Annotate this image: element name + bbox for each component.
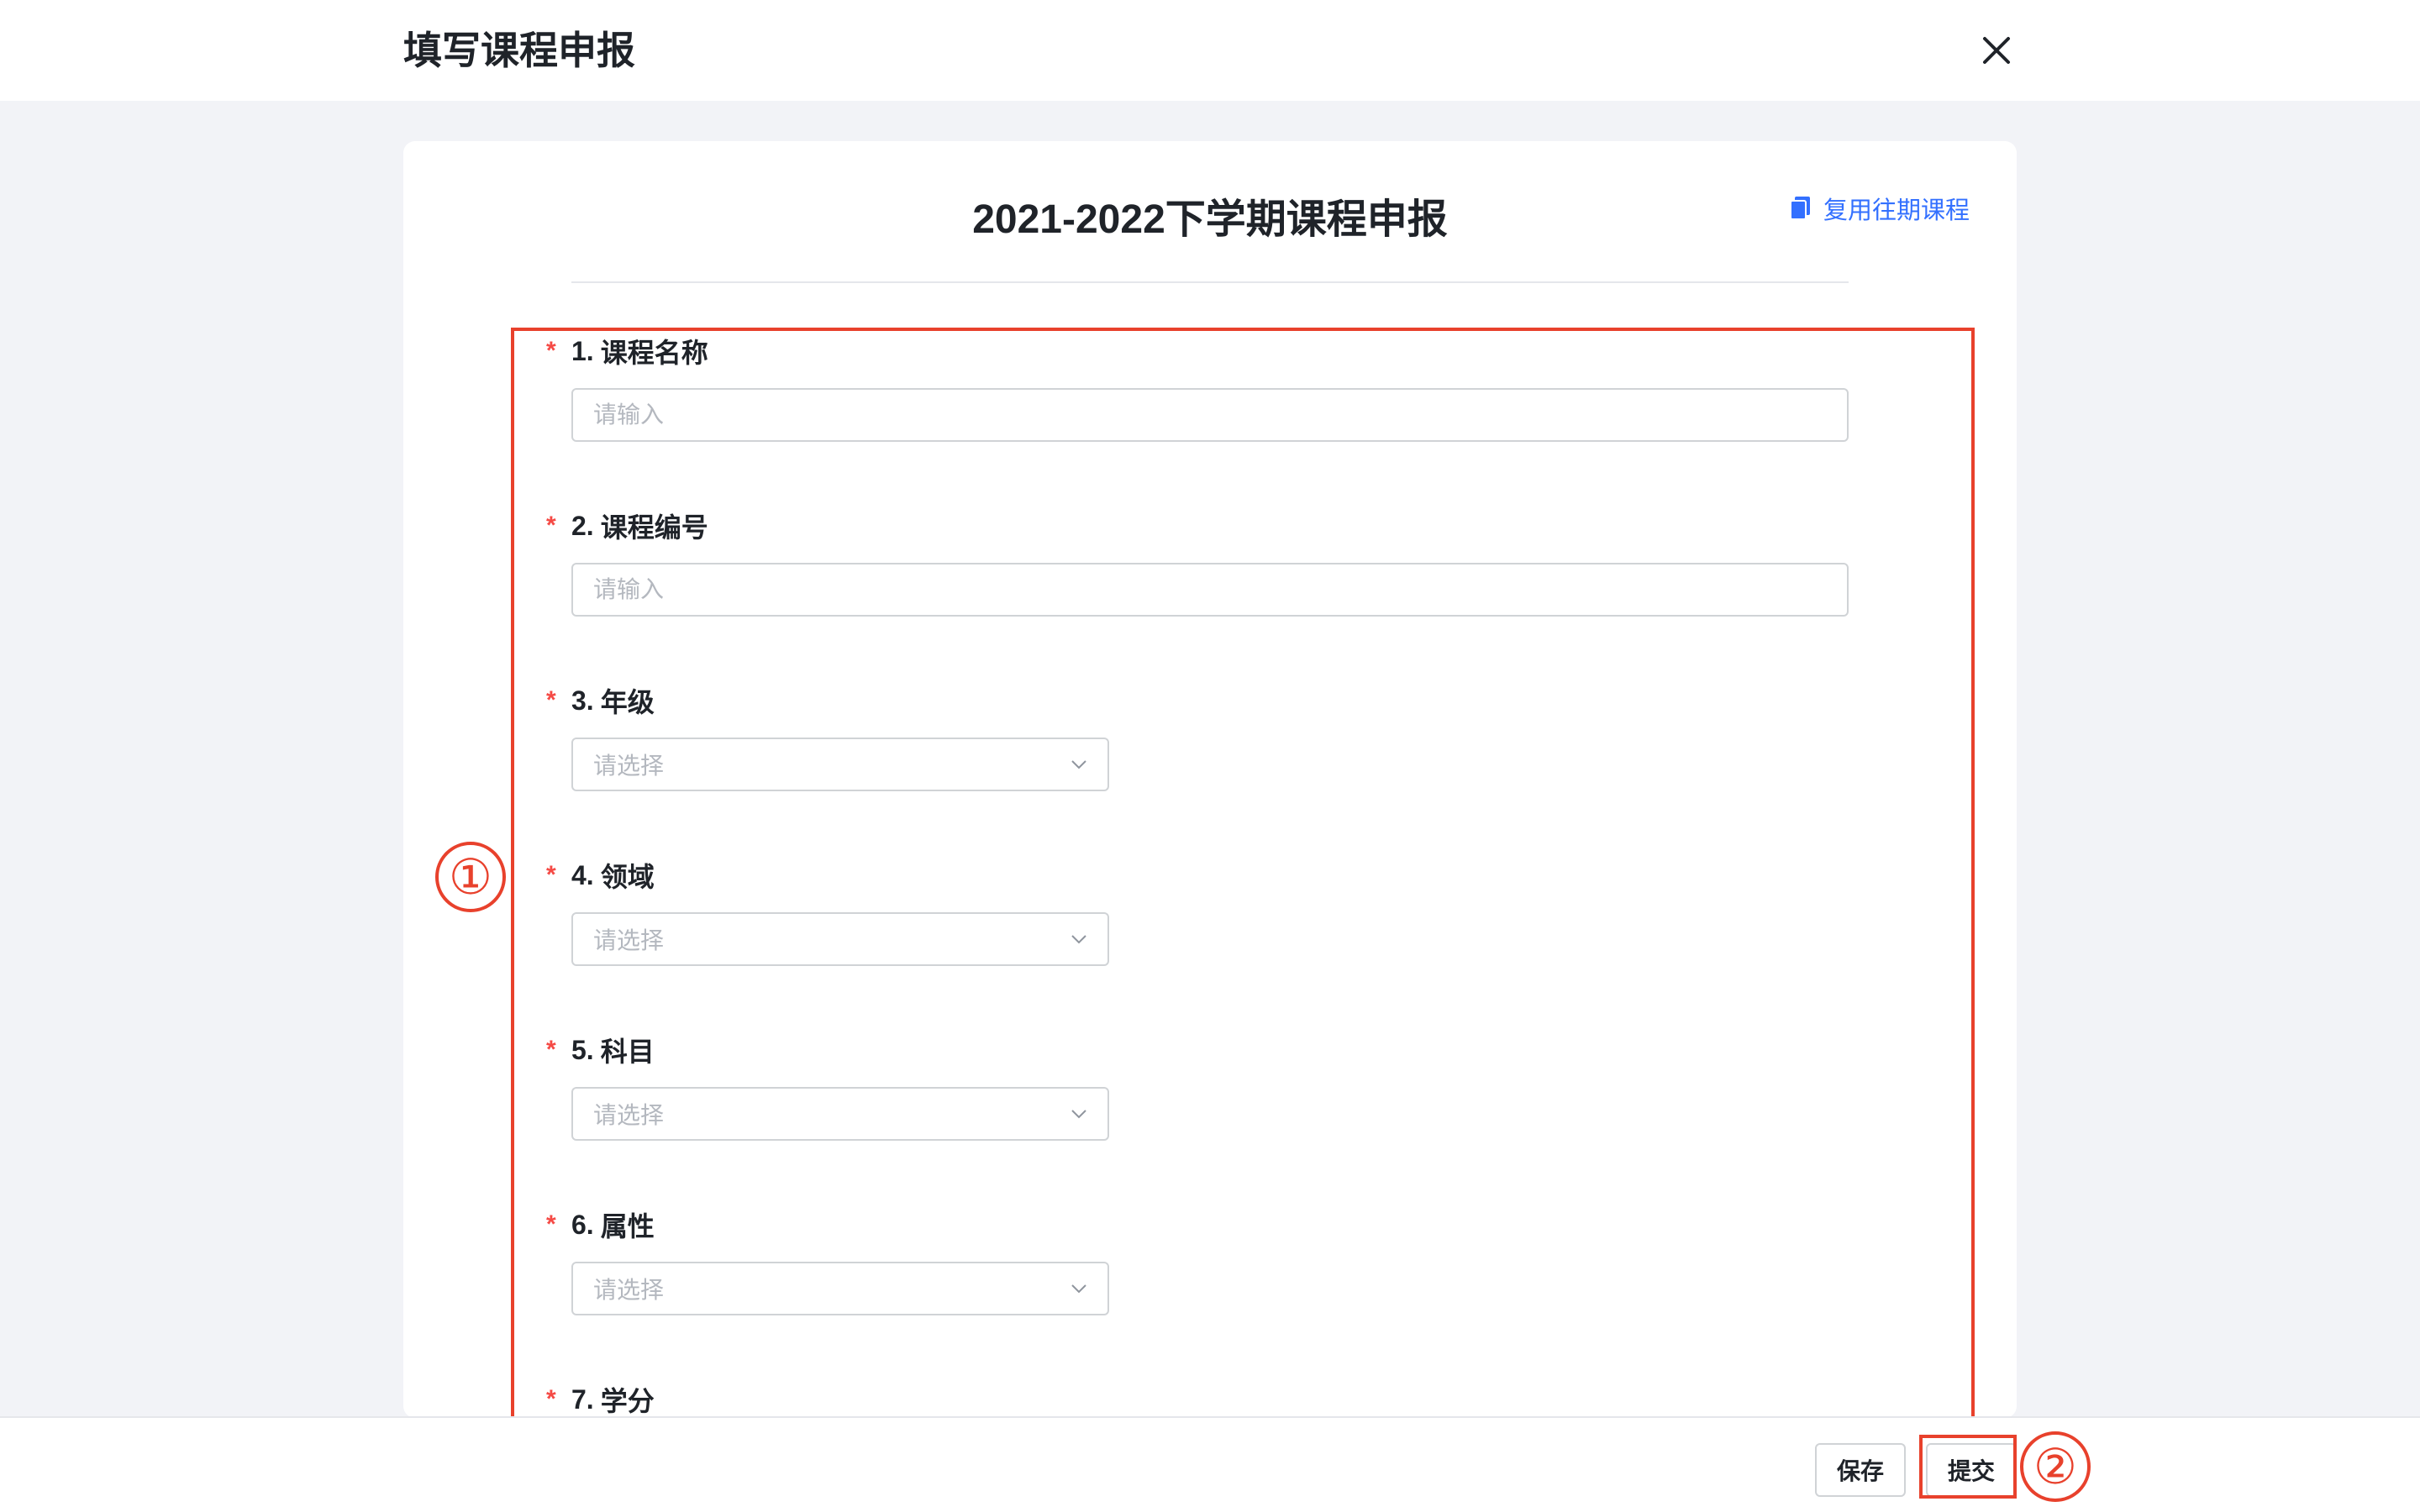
save-button[interactable]: 保存	[1815, 1443, 1906, 1497]
form-title: 2021-2022下学期课程申报	[972, 197, 1448, 242]
close-icon	[1983, 37, 2010, 64]
annotation-box-form	[511, 328, 1975, 1420]
reuse-previous-courses-link[interactable]: 复用往期课程	[1788, 190, 1970, 227]
annotation-box-submit	[1919, 1435, 2017, 1499]
reuse-label: 复用往期课程	[1823, 197, 1970, 224]
title-divider	[571, 281, 1849, 283]
dialog-header: 填写课程申报	[0, 0, 2420, 101]
annotation-marker-2: ②	[2020, 1431, 2091, 1502]
close-button[interactable]	[1976, 30, 2017, 71]
copy-icon	[1790, 197, 1810, 220]
annotation-marker-1: ①	[435, 842, 506, 912]
dialog-title: 填写课程申报	[403, 29, 635, 72]
